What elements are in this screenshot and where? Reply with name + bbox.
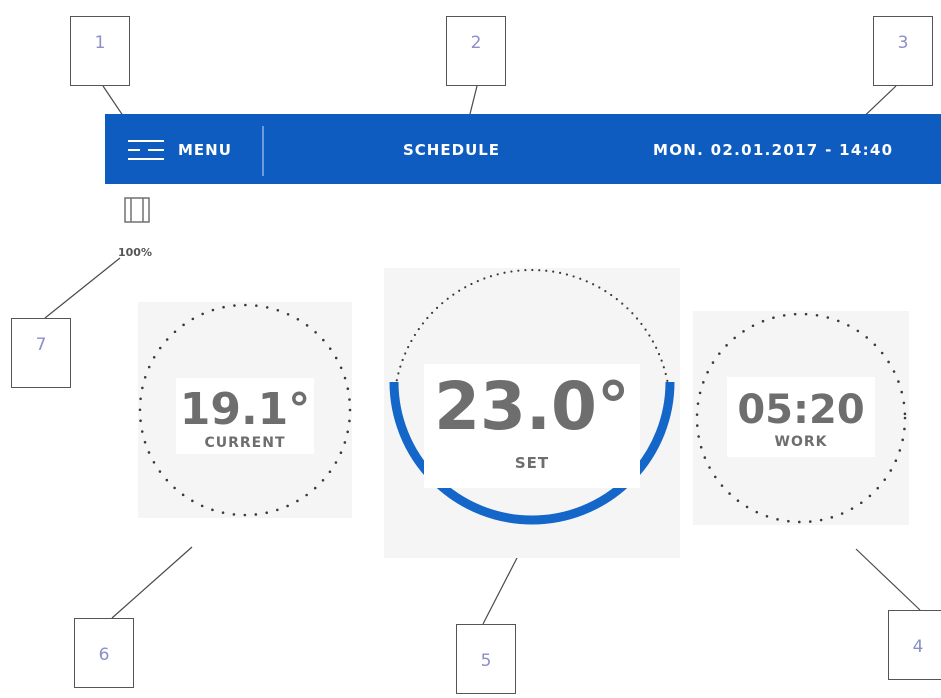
callout-5: 5: [456, 624, 516, 694]
set-temperature-value: 23.0°: [434, 368, 630, 445]
current-label: CURRENT: [204, 435, 286, 451]
callout-1: 1: [70, 16, 130, 86]
callout-3: 3: [873, 16, 933, 86]
menu-divider: [262, 126, 264, 176]
current-temperature-dial: 19.1° CURRENT: [138, 302, 352, 518]
callout-number: 7: [35, 335, 47, 355]
top-bar: MENU SCHEDULE MON. 02.01.2017 - 14:40: [105, 114, 941, 184]
set-temperature-dial[interactable]: 23.0° SET: [384, 268, 680, 558]
date-time-display: MON. 02.01.2017 - 14:40: [653, 141, 894, 159]
callout-number: 1: [94, 33, 106, 53]
callout-number: 2: [470, 33, 482, 53]
window-icon: [124, 197, 150, 223]
callout-2: 2: [446, 16, 506, 86]
schedule-button[interactable]: SCHEDULE: [403, 141, 500, 159]
callout-number: 4: [912, 637, 924, 657]
callout-number: 5: [480, 651, 492, 671]
menu-button[interactable]: MENU: [105, 114, 263, 184]
set-label: SET: [514, 454, 550, 472]
hamburger-menu-icon: [128, 140, 164, 160]
current-temperature-value: 19.1°: [179, 384, 311, 435]
work-label: WORK: [774, 434, 828, 450]
callout-number: 6: [98, 645, 110, 665]
work-time-value: 05:20: [737, 387, 865, 433]
menu-label: MENU: [178, 141, 232, 159]
callout-6: 6: [74, 618, 134, 688]
window-open-percent: 100%: [118, 246, 152, 259]
callout-4: 4: [888, 610, 941, 680]
work-timer-dial: 05:20 WORK: [693, 311, 909, 525]
callout-7: 7: [11, 318, 71, 388]
callout-number: 3: [897, 33, 909, 53]
